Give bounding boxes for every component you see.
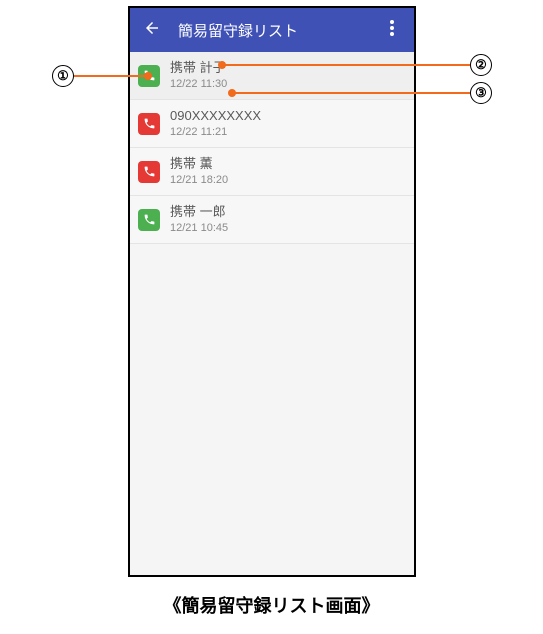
voicemail-list: 携帯 計子 12/22 11:30 090XXXXXXXX 12/22 11:2… <box>130 52 414 244</box>
annotation-label-3: ③ <box>470 82 492 104</box>
call-time: 12/22 11:30 <box>170 78 227 91</box>
annotation-dot <box>228 89 236 97</box>
call-time: 12/22 11:21 <box>170 126 261 139</box>
list-item-text: 090XXXXXXXX 12/22 11:21 <box>170 108 261 139</box>
annotation-label-1: ① <box>52 65 74 87</box>
figure-caption: 《簡易留守録リスト画面》 <box>0 592 543 618</box>
annotation-label-2: ② <box>470 54 492 76</box>
annotation-line <box>232 92 470 94</box>
call-time: 12/21 18:20 <box>170 174 228 187</box>
annotation-dot <box>218 61 226 69</box>
list-item-text: 携帯 薫 12/21 18:20 <box>170 156 228 187</box>
annotation-dot <box>144 72 152 80</box>
more-vert-icon <box>390 20 394 41</box>
call-time: 12/21 10:45 <box>170 222 228 235</box>
caller-name: 携帯 一郎 <box>170 204 228 220</box>
list-item[interactable]: 携帯 一郎 12/21 10:45 <box>130 196 414 244</box>
annotation-line <box>222 64 470 66</box>
caller-name: 090XXXXXXXX <box>170 108 261 124</box>
annotation-line <box>74 75 144 77</box>
phone-icon <box>138 113 160 135</box>
arrow-left-icon <box>143 19 161 42</box>
list-item[interactable]: 090XXXXXXXX 12/22 11:21 <box>130 100 414 148</box>
phone-icon <box>138 161 160 183</box>
overflow-menu-button[interactable] <box>376 14 408 46</box>
app-bar-title: 簡易留守録リスト <box>168 20 376 41</box>
phone-icon <box>138 209 160 231</box>
caller-name: 携帯 薫 <box>170 156 228 172</box>
app-bar: 簡易留守録リスト <box>130 8 414 52</box>
list-item[interactable]: 携帯 薫 12/21 18:20 <box>130 148 414 196</box>
back-button[interactable] <box>136 14 168 46</box>
list-item-text: 携帯 一郎 12/21 10:45 <box>170 204 228 235</box>
